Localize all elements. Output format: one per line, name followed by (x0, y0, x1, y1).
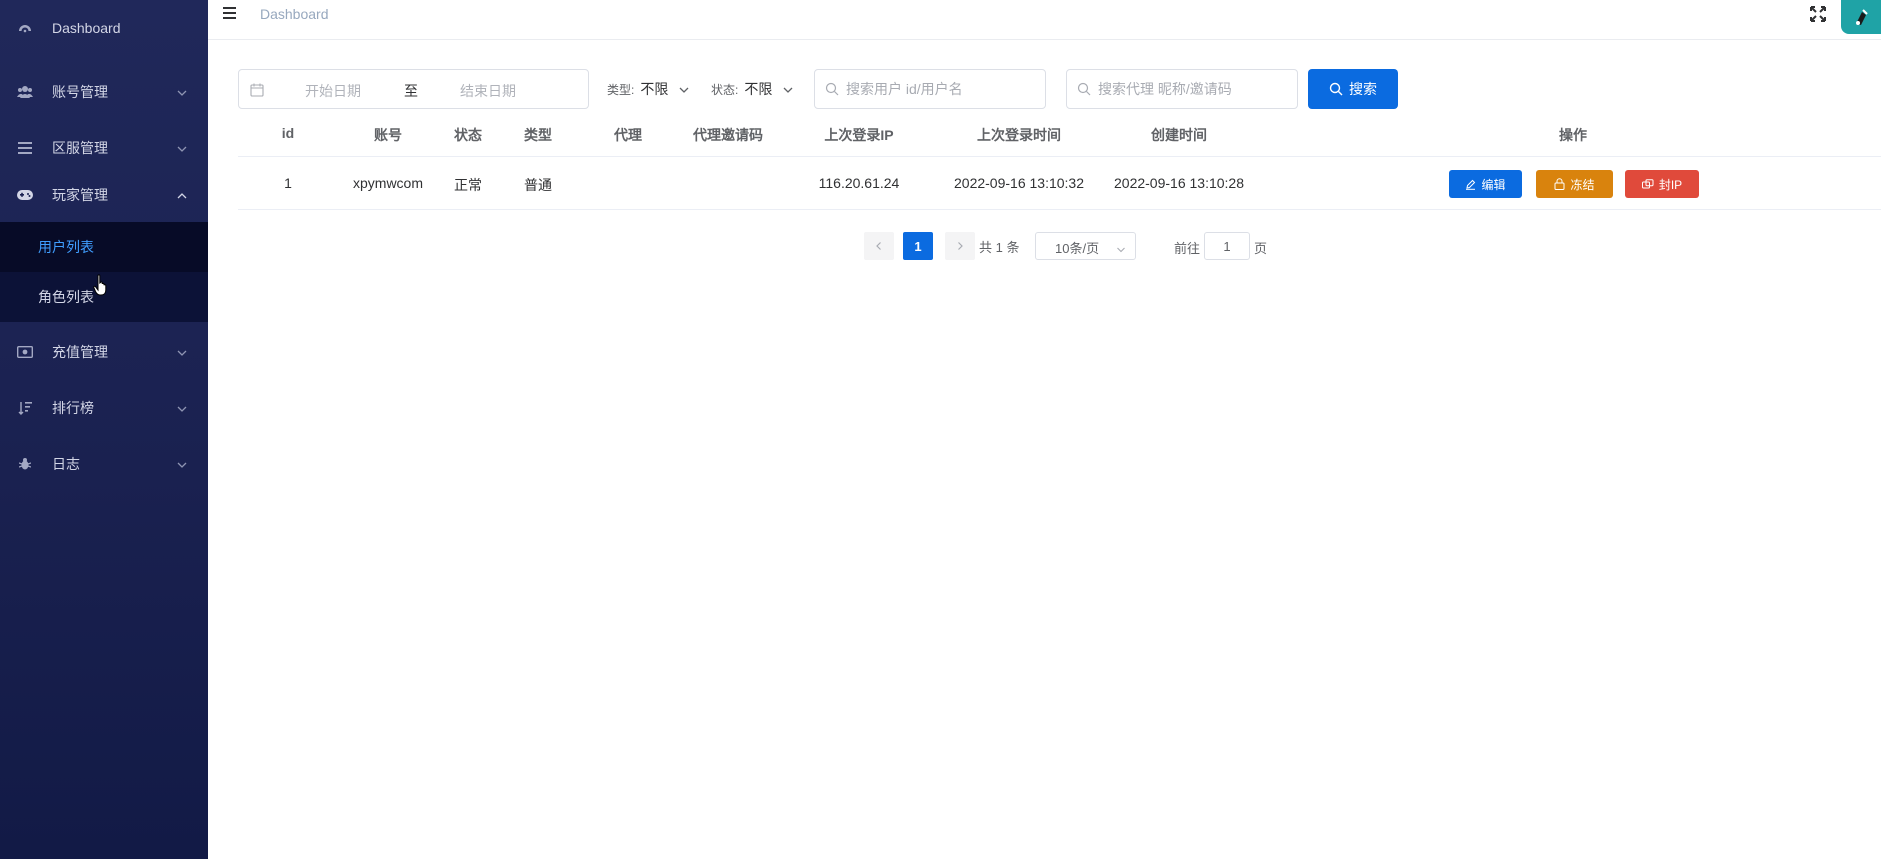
chevron-down-icon (782, 83, 794, 95)
type-select-value: 不限 (640, 81, 669, 97)
chevron-down-icon (176, 142, 188, 154)
user-search-input[interactable] (814, 69, 1046, 109)
app-root: Dashboard 账号管理 区服管理 玩家管理 用户列表 角色列表 充值管理 … (0, 0, 1881, 859)
sidebar-item-label: 区服管理 (52, 140, 108, 156)
copy-icon (1641, 178, 1654, 188)
pointer-cursor-icon (93, 274, 109, 298)
chevron-down-icon (176, 86, 188, 98)
player-submenu: 用户列表 角色列表 (0, 222, 208, 322)
cell-created: 2022-09-16 13:10:28 (1114, 175, 1244, 191)
chevron-down-icon (1116, 242, 1126, 253)
search-button[interactable]: 搜索 (1308, 69, 1398, 109)
status-select-label: 状态: (711, 82, 739, 97)
edit-button-label: 编辑 (1481, 177, 1506, 192)
column-header-actions: 操作 (1559, 127, 1587, 143)
cell-id: 1 (284, 175, 292, 191)
column-header-type: 类型 (524, 127, 552, 143)
cell-last-login: 2022-09-16 13:10:32 (954, 175, 1084, 191)
table-header: id 账号 状态 类型 代理 代理邀请码 上次登录IP 上次登录时间 创建时间 … (238, 114, 1881, 157)
gamepad-icon (17, 187, 33, 203)
page-size-select[interactable]: 10条/页 (1035, 232, 1136, 260)
column-header-agent-code: 代理邀请码 (693, 127, 763, 143)
sidebar-item-account[interactable]: 账号管理 (0, 64, 208, 120)
cell-status: 正常 (454, 177, 482, 193)
ban-ip-button-label: 封IP (1658, 177, 1683, 192)
sidebar-item-label: 账号管理 (52, 84, 108, 100)
date-end-placeholder[interactable]: 结束日期 (460, 81, 516, 101)
status-select[interactable]: 状态: 不限 (711, 79, 794, 99)
search-icon (1077, 82, 1091, 96)
sidebar-item-user-list[interactable]: 用户列表 (0, 222, 208, 272)
chevron-down-icon (678, 83, 690, 95)
sidebar-item-label: 充值管理 (52, 344, 108, 360)
fullscreen-icon[interactable] (1809, 5, 1827, 23)
sidebar-item-ranking[interactable]: 排行榜 (0, 380, 208, 436)
freeze-button-label: 冻结 (1570, 177, 1595, 192)
status-select-value: 不限 (744, 81, 773, 97)
sidebar: Dashboard 账号管理 区服管理 玩家管理 用户列表 角色列表 充值管理 … (0, 0, 208, 859)
sidebar-item-label: Dashboard (52, 20, 121, 36)
column-header-agent: 代理 (614, 127, 642, 143)
date-range-picker[interactable]: 开始日期 至 结束日期 (238, 69, 589, 109)
sidebar-item-label: 排行榜 (52, 400, 94, 416)
pagination-goto-label: 前往 (1174, 241, 1201, 256)
lock-icon (1554, 178, 1565, 190)
calendar-icon (250, 83, 264, 97)
freeze-button[interactable]: 冻结 (1536, 170, 1613, 198)
date-start-placeholder[interactable]: 开始日期 (305, 81, 361, 101)
sidebar-item-player[interactable]: 玩家管理 (0, 167, 208, 223)
avatar[interactable] (1841, 0, 1881, 34)
chevron-left-icon (876, 242, 881, 250)
page-size-value: 10条/页 (1055, 241, 1100, 256)
column-header-id: id (281, 125, 295, 141)
chevron-down-icon (176, 458, 188, 470)
search-button-label: 搜索 (1349, 81, 1377, 97)
type-select[interactable]: 类型: 不限 (607, 79, 690, 99)
sidebar-item-label: 日志 (52, 456, 80, 472)
sidebar-item-recharge[interactable]: 充值管理 (0, 324, 208, 380)
chevron-down-icon (176, 346, 188, 358)
search-icon (1329, 82, 1343, 96)
cell-account: xpymwcom (352, 175, 424, 191)
chevron-up-icon (176, 189, 188, 201)
prev-page-button[interactable] (864, 232, 894, 260)
breadcrumb: Dashboard (260, 6, 329, 22)
cell-type: 普通 (524, 177, 552, 193)
users-icon (17, 84, 33, 100)
bug-icon (17, 456, 33, 472)
chevron-right-icon (958, 242, 963, 250)
column-header-last-ip: 上次登录IP (824, 127, 894, 143)
sidebar-item-log[interactable]: 日志 (0, 436, 208, 492)
column-header-last-login: 上次登录时间 (977, 127, 1061, 143)
cell-last-ip: 116.20.61.24 (818, 175, 900, 191)
date-separator: 至 (404, 83, 418, 99)
pagination-total: 共 1 条 (979, 240, 1020, 255)
sort-icon (17, 400, 33, 416)
sidebar-subitem-label: 角色列表 (38, 289, 94, 305)
column-header-created: 创建时间 (1151, 127, 1207, 143)
column-header-status: 状态 (454, 127, 482, 143)
page-jump-input[interactable] (1204, 232, 1250, 260)
money-icon (17, 344, 33, 360)
sidebar-item-label: 玩家管理 (52, 187, 108, 203)
sidebar-item-dashboard[interactable]: Dashboard (0, 0, 208, 56)
pagination-goto-unit: 页 (1254, 241, 1268, 256)
hamburger-icon[interactable] (222, 6, 238, 22)
column-header-account: 账号 (374, 127, 402, 143)
page-number[interactable]: 1 (903, 232, 933, 260)
type-select-label: 类型: (607, 82, 635, 97)
edit-icon (1466, 179, 1476, 190)
top-header: Dashboard (208, 0, 1881, 40)
server-list-icon (17, 140, 33, 156)
dashboard-icon (17, 20, 33, 36)
search-icon (825, 82, 839, 96)
agent-search-input[interactable] (1066, 69, 1298, 109)
next-page-button[interactable] (945, 232, 975, 260)
ban-ip-button[interactable]: 封IP (1625, 170, 1699, 198)
chevron-down-icon (176, 402, 188, 414)
edit-button[interactable]: 编辑 (1449, 170, 1522, 198)
sidebar-subitem-label: 用户列表 (38, 239, 94, 255)
